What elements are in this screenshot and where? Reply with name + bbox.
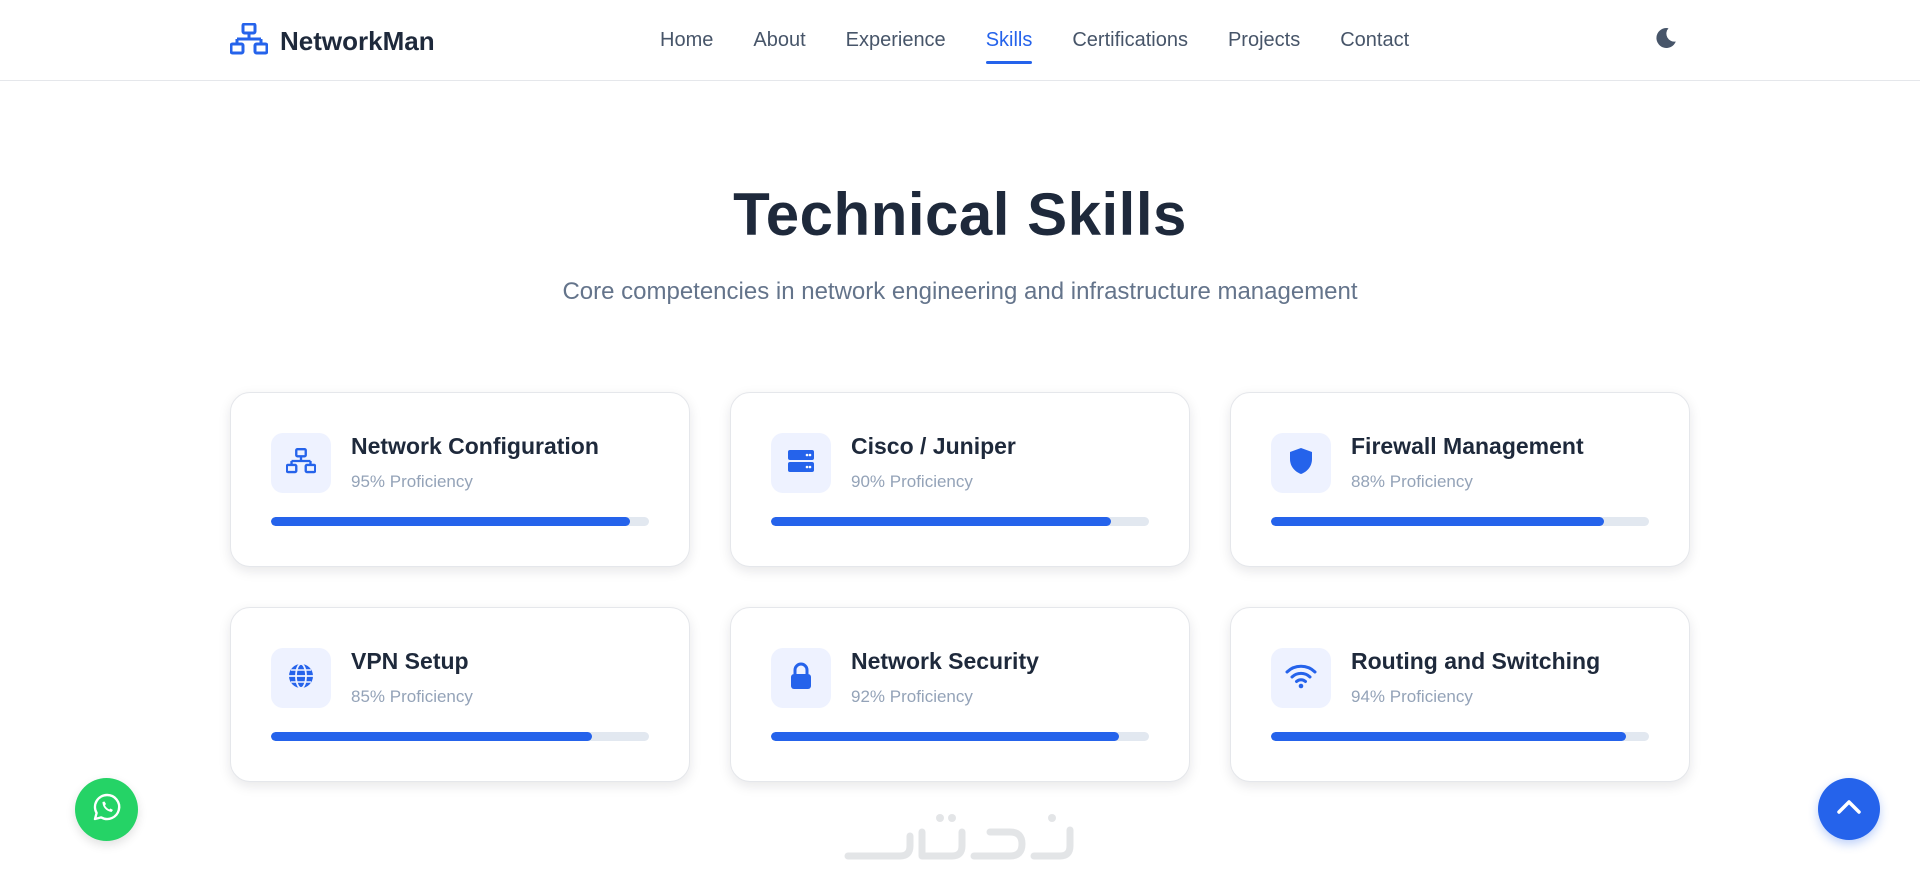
skill-card: Cisco / Juniper 90% Proficiency (730, 392, 1190, 567)
nav-about[interactable]: About (753, 23, 805, 58)
server-icon (788, 449, 814, 478)
globe-icon (287, 662, 315, 695)
network-icon (285, 447, 317, 479)
skill-name: Firewall Management (1351, 433, 1584, 459)
progress-bar (271, 517, 649, 526)
lock-icon (789, 662, 813, 695)
nav-contact[interactable]: Contact (1340, 23, 1409, 58)
skill-card: Routing and Switching 94% Proficiency (1230, 607, 1690, 782)
progress-bar (1271, 517, 1649, 526)
nav-experience[interactable]: Experience (846, 23, 946, 58)
skill-icon-box (771, 648, 831, 708)
skill-icon-box (1271, 648, 1331, 708)
progress-fill (271, 732, 593, 741)
nav-home[interactable]: Home (660, 23, 713, 58)
skill-icon-box (271, 648, 331, 708)
chevron-up-icon (1836, 799, 1862, 820)
site-header: NetworkMan Home About Experience Skills … (0, 0, 1920, 81)
skill-proficiency: 94% Proficiency (1351, 687, 1473, 706)
theme-toggle-button[interactable] (1652, 24, 1680, 56)
skill-card: Network Security 92% Proficiency (730, 607, 1190, 782)
shield-icon (1289, 447, 1313, 480)
nav-certifications[interactable]: Certifications (1072, 23, 1188, 58)
progress-fill (271, 517, 631, 526)
progress-fill (771, 732, 1119, 741)
section-title: Technical Skills (733, 181, 1187, 248)
nav-skills[interactable]: Skills (985, 23, 1032, 64)
progress-fill (1271, 517, 1604, 526)
skills-grid: Network Configuration 95% Proficiency Ci… (230, 392, 1690, 782)
progress-bar (771, 517, 1149, 526)
watermark-logo (840, 808, 1080, 870)
network-icon (229, 22, 269, 60)
skill-name: VPN Setup (351, 648, 469, 674)
skill-icon-box (271, 433, 331, 493)
progress-bar (271, 732, 649, 741)
section-subtitle: Core competencies in network engineering… (562, 278, 1358, 305)
skill-proficiency: 85% Proficiency (351, 687, 473, 706)
skill-proficiency: 88% Proficiency (1351, 472, 1473, 491)
nav-projects[interactable]: Projects (1228, 23, 1300, 58)
back-to-top-button[interactable] (1818, 778, 1880, 840)
main-nav: Home About Experience Skills Certificati… (660, 0, 1409, 81)
wifi-icon (1285, 663, 1317, 694)
skill-name: Cisco / Juniper (851, 433, 1016, 459)
progress-fill (1271, 732, 1627, 741)
skill-card: Firewall Management 88% Proficiency (1230, 392, 1690, 567)
skill-icon-box (771, 433, 831, 493)
brand-logo-link[interactable]: NetworkMan (229, 22, 435, 60)
skill-name: Network Security (851, 648, 1039, 674)
progress-bar (771, 732, 1149, 741)
brand-name: NetworkMan (280, 25, 435, 56)
whatsapp-button[interactable] (75, 778, 138, 841)
skill-proficiency: 90% Proficiency (851, 472, 973, 491)
skill-name: Routing and Switching (1351, 648, 1601, 674)
progress-bar (1271, 732, 1649, 741)
whatsapp-icon (92, 792, 122, 827)
progress-fill (771, 517, 1112, 526)
skill-icon-box (1271, 433, 1331, 493)
skill-card: VPN Setup 85% Proficiency (230, 607, 690, 782)
skill-card: Network Configuration 95% Proficiency (230, 392, 690, 567)
skill-name: Network Configuration (351, 433, 599, 459)
skill-proficiency: 95% Proficiency (351, 472, 473, 491)
skill-proficiency: 92% Proficiency (851, 687, 973, 706)
moon-icon (1654, 26, 1678, 55)
